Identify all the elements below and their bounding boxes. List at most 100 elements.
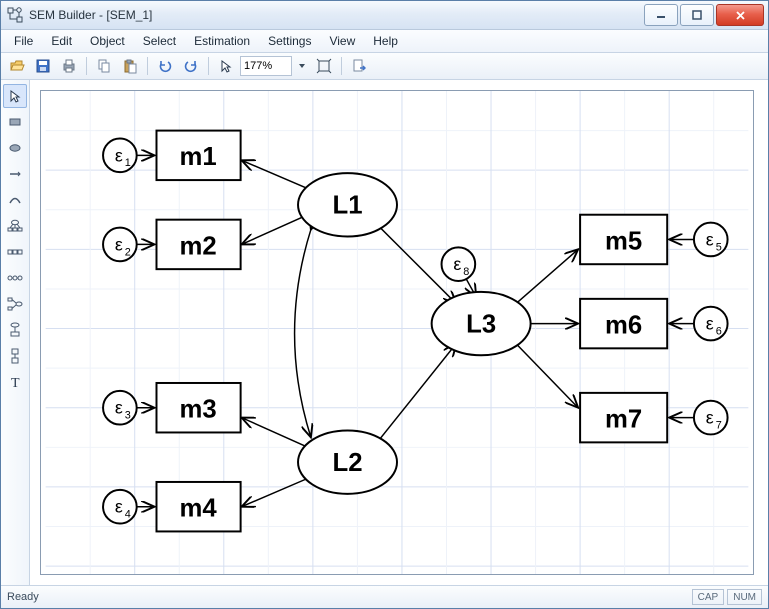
svg-text:4: 4 xyxy=(125,509,131,521)
open-icon[interactable] xyxy=(5,54,29,78)
latent-L3[interactable]: L3 xyxy=(432,292,531,355)
svg-text:1: 1 xyxy=(125,157,131,169)
svg-text:3: 3 xyxy=(125,410,131,422)
observed-m4[interactable]: m4 xyxy=(156,482,240,531)
menu-file[interactable]: File xyxy=(5,30,42,52)
tool-latent-row-icon[interactable] xyxy=(3,266,27,290)
svg-text:ε: ε xyxy=(706,314,714,334)
minimize-button[interactable] xyxy=(644,4,678,26)
titlebar: SEM Builder - [SEM_1] xyxy=(1,1,768,30)
error-e5[interactable]: ε5 xyxy=(694,223,728,257)
canvas-container: L1 L2 L3 m1 m2 m3 m4 m5 m6 m7 ε1 ε2 ε3 ε… xyxy=(30,80,768,585)
path-L2-L3[interactable] xyxy=(377,343,456,442)
error-e4[interactable]: ε4 xyxy=(103,490,137,524)
undo-icon[interactable] xyxy=(153,54,177,78)
svg-text:ε: ε xyxy=(453,254,461,274)
tool-regression-icon[interactable] xyxy=(3,292,27,316)
menu-help[interactable]: Help xyxy=(364,30,407,52)
app-window: SEM Builder - [SEM_1] File Edit Object S… xyxy=(0,0,769,609)
svg-text:5: 5 xyxy=(716,241,722,253)
observed-m7[interactable]: m7 xyxy=(580,393,667,442)
error-e6[interactable]: ε6 xyxy=(694,307,728,341)
fit-icon[interactable] xyxy=(312,54,336,78)
observed-m2[interactable]: m2 xyxy=(156,220,240,269)
menu-select[interactable]: Select xyxy=(134,30,185,52)
menubar: File Edit Object Select Estimation Setti… xyxy=(1,30,768,53)
error-e2[interactable]: ε2 xyxy=(103,228,137,262)
svg-text:L3: L3 xyxy=(466,311,496,339)
svg-text:m7: m7 xyxy=(605,406,642,434)
path-L2-m3[interactable] xyxy=(242,418,308,448)
window-controls xyxy=(642,4,764,26)
svg-text:m6: m6 xyxy=(605,311,642,339)
tool-palette: T xyxy=(1,80,30,585)
path-cov-L1-L2[interactable] xyxy=(295,230,311,438)
error-e7[interactable]: ε7 xyxy=(694,401,728,435)
observed-m3[interactable]: m3 xyxy=(156,383,240,432)
toolbar: 177% xyxy=(1,53,768,80)
app-icon xyxy=(7,7,23,23)
redo-icon[interactable] xyxy=(179,54,203,78)
error-e1[interactable]: ε1 xyxy=(103,139,137,173)
svg-text:ε: ε xyxy=(115,234,123,254)
diagram-svg[interactable]: L1 L2 L3 m1 m2 m3 m4 m5 m6 m7 ε1 ε2 ε3 ε… xyxy=(41,91,753,574)
tool-observed-row-icon[interactable] xyxy=(3,240,27,264)
indicator-num: NUM xyxy=(727,589,762,605)
window-title: SEM Builder - [SEM_1] xyxy=(29,8,642,22)
path-L1-m1[interactable] xyxy=(242,160,311,190)
toolbar-separator xyxy=(341,57,342,75)
canvas[interactable]: L1 L2 L3 m1 m2 m3 m4 m5 m6 m7 ε1 ε2 ε3 ε… xyxy=(40,90,754,575)
workarea: T xyxy=(1,80,768,585)
close-button[interactable] xyxy=(716,4,764,26)
tool-measurement-icon[interactable] xyxy=(3,214,27,238)
svg-text:m2: m2 xyxy=(179,232,216,260)
menu-edit[interactable]: Edit xyxy=(42,30,81,52)
latent-L1[interactable]: L1 xyxy=(298,173,397,236)
print-icon[interactable] xyxy=(57,54,81,78)
svg-text:ε: ε xyxy=(115,398,123,418)
observed-m5[interactable]: m5 xyxy=(580,215,667,264)
statusbar: Ready CAP NUM xyxy=(1,585,768,608)
path-L3-m7[interactable] xyxy=(516,343,578,407)
export-icon[interactable] xyxy=(347,54,371,78)
maximize-button[interactable] xyxy=(680,4,714,26)
svg-text:ε: ε xyxy=(706,408,714,428)
tool-path-icon[interactable] xyxy=(3,162,27,186)
menu-object[interactable]: Object xyxy=(81,30,134,52)
indicator-cap: CAP xyxy=(692,589,725,605)
toolbar-separator xyxy=(86,57,87,75)
svg-text:L2: L2 xyxy=(333,449,363,477)
toolbar-separator xyxy=(208,57,209,75)
svg-text:7: 7 xyxy=(716,420,722,432)
svg-text:ε: ε xyxy=(706,229,714,249)
observed-m1[interactable]: m1 xyxy=(156,131,240,180)
zoom-value[interactable]: 177% xyxy=(240,56,292,76)
error-e8[interactable]: ε8 xyxy=(442,247,476,281)
tool-text-icon[interactable]: T xyxy=(3,370,27,394)
path-L3-m5[interactable] xyxy=(516,249,578,303)
menu-view[interactable]: View xyxy=(320,30,364,52)
error-e3[interactable]: ε3 xyxy=(103,391,137,425)
path-L2-m4[interactable] xyxy=(242,477,311,507)
tool-covariance-icon[interactable] xyxy=(3,188,27,212)
svg-text:L1: L1 xyxy=(333,192,363,220)
tool-select-icon[interactable] xyxy=(3,84,27,108)
svg-text:m3: m3 xyxy=(179,396,216,424)
tool-multilevel-icon[interactable] xyxy=(3,318,27,342)
tool-ellipse-icon[interactable] xyxy=(3,136,27,160)
path-L1-m2[interactable] xyxy=(242,215,308,245)
svg-text:m1: m1 xyxy=(179,143,216,171)
tool-rectangle-icon[interactable] xyxy=(3,110,27,134)
paste-icon[interactable] xyxy=(118,54,142,78)
latent-L2[interactable]: L2 xyxy=(298,430,397,493)
save-icon[interactable] xyxy=(31,54,55,78)
tool-constraint-icon[interactable] xyxy=(3,344,27,368)
zoom-dropdown-icon[interactable] xyxy=(294,56,310,76)
observed-m6[interactable]: m6 xyxy=(580,299,667,348)
svg-text:2: 2 xyxy=(125,246,131,258)
menu-estimation[interactable]: Estimation xyxy=(185,30,259,52)
svg-text:m5: m5 xyxy=(605,227,642,255)
copy-icon[interactable] xyxy=(92,54,116,78)
pointer-icon[interactable] xyxy=(214,54,238,78)
menu-settings[interactable]: Settings xyxy=(259,30,320,52)
